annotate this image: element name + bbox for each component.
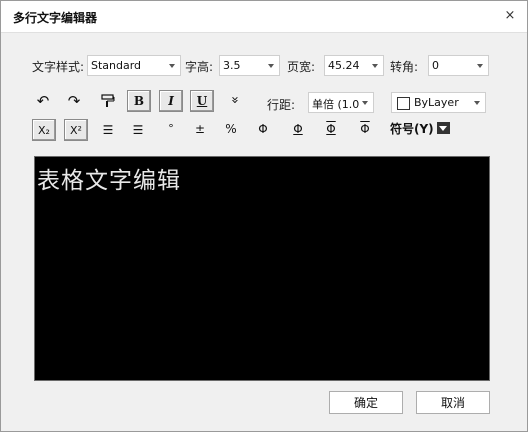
- numbered-list-button[interactable]: ☰: [96, 119, 120, 141]
- text-style-value: Standard: [91, 59, 142, 72]
- diameter-symbol-button[interactable]: Φ: [251, 118, 275, 140]
- bold-button[interactable]: B: [127, 90, 151, 112]
- diameter-2-icon: Φ: [293, 122, 303, 136]
- superscript-button[interactable]: X²: [64, 119, 88, 141]
- cancel-button-label: 取消: [440, 396, 465, 410]
- color-select[interactable]: ByLayer: [391, 92, 486, 113]
- symbol-menu-button[interactable]: 符号(Y): [390, 117, 460, 139]
- title-bar: 多行文字编辑器 ×: [1, 1, 527, 33]
- text-height-value: 3.5: [223, 59, 241, 72]
- dropdown-triangle-icon: [436, 122, 450, 134]
- diameter-symbol-4-button[interactable]: Φ: [353, 118, 377, 140]
- rotation-select[interactable]: 0: [428, 55, 489, 76]
- percent-button[interactable]: %: [219, 118, 243, 140]
- diameter-3-icon: Φ: [326, 122, 336, 136]
- line-spacing-label: 行距:: [267, 98, 296, 112]
- dialog-title: 多行文字编辑器: [13, 11, 98, 25]
- color-value: ByLayer: [414, 96, 459, 109]
- ok-button[interactable]: 确定: [329, 391, 403, 414]
- rotation-value: 0: [432, 59, 439, 72]
- subscript-button[interactable]: X₂: [32, 119, 56, 141]
- page-width-value: 45.24: [328, 59, 360, 72]
- redo-button[interactable]: ↷: [62, 90, 86, 112]
- text-style-label: 文字样式:: [32, 60, 85, 74]
- cancel-button[interactable]: 取消: [416, 391, 490, 414]
- underline-button[interactable]: U: [190, 90, 214, 112]
- diameter-symbol-3-button[interactable]: Φ: [319, 118, 343, 140]
- degree-icon: °: [168, 121, 174, 135]
- italic-icon: I: [168, 94, 174, 108]
- editor-content: 表格文字编辑: [37, 168, 181, 194]
- close-icon[interactable]: ×: [501, 7, 519, 25]
- paint-roller-icon: [101, 94, 115, 107]
- ok-button-label: 确定: [353, 396, 378, 410]
- numbered-list-icon: ☰: [102, 123, 114, 137]
- undo-button[interactable]: ↶: [31, 90, 55, 112]
- color-swatch: [397, 97, 410, 110]
- redo-icon: ↷: [67, 92, 81, 110]
- underline-icon: U: [196, 94, 208, 108]
- diameter-symbol-2-button[interactable]: Φ: [286, 118, 310, 140]
- rotation-label: 转角:: [390, 60, 419, 74]
- text-height-label: 字高:: [185, 60, 214, 74]
- double-chevron-down-icon: »: [227, 96, 243, 104]
- bold-icon: B: [133, 94, 145, 108]
- undo-icon: ↶: [36, 92, 50, 110]
- format-painter-button[interactable]: [96, 90, 120, 112]
- text-style-select[interactable]: Standard: [87, 55, 181, 76]
- degree-button[interactable]: °: [159, 117, 183, 139]
- diameter-4-icon: Φ: [360, 122, 370, 136]
- chevron-down-icon: [362, 101, 368, 105]
- more-options-button[interactable]: »: [224, 88, 246, 112]
- list-icon: ☰: [132, 123, 144, 137]
- diameter-icon: Φ: [258, 122, 268, 136]
- percent-icon: %: [225, 122, 237, 136]
- plus-minus-icon: ±: [194, 122, 206, 136]
- italic-button[interactable]: I: [159, 90, 183, 112]
- chevron-down-icon: [169, 64, 175, 68]
- line-spacing-value: 单倍 (1.0: [312, 98, 360, 111]
- chevron-down-icon: [268, 64, 274, 68]
- subscript-icon: X₂: [38, 123, 50, 137]
- chevron-down-icon: [477, 64, 483, 68]
- superscript-icon: X²: [70, 123, 82, 137]
- page-width-select[interactable]: 45.24: [324, 55, 384, 76]
- symbol-menu-label: 符号(Y): [390, 121, 434, 136]
- line-spacing-select[interactable]: 单倍 (1.0: [308, 92, 374, 113]
- chevron-down-icon: [372, 64, 378, 68]
- page-width-label: 页宽:: [287, 60, 316, 74]
- chevron-down-icon: [474, 101, 480, 105]
- text-editor-area[interactable]: 表格文字编辑: [34, 156, 490, 381]
- list-button[interactable]: ☰: [126, 119, 150, 141]
- mtext-editor-dialog: 多行文字编辑器 × 文字样式: Standard 字高: 3.5 页宽: 45.…: [0, 0, 528, 432]
- plus-minus-button[interactable]: ±: [188, 118, 212, 140]
- text-height-select[interactable]: 3.5: [219, 55, 280, 76]
